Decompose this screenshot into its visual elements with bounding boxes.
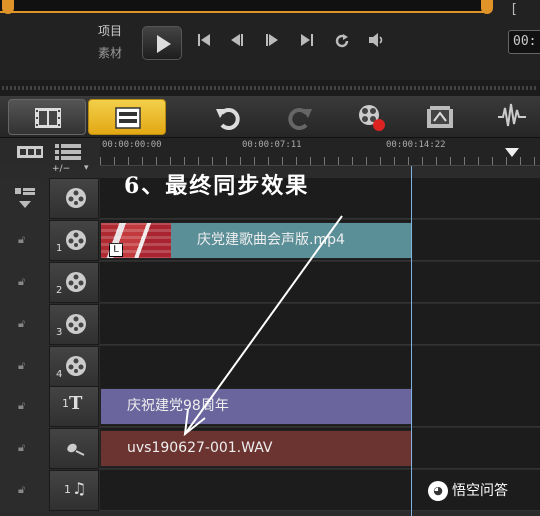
playhead-handle[interactable] <box>505 148 519 157</box>
next-frame-icon[interactable] <box>261 32 283 52</box>
filmstrip-icon <box>35 108 61 128</box>
timeline-tracks: +/− ▾ 🔓︎ 1 L 庆党建歌曲会声版.mp4 🔓︎ 2 🔓︎ 3 🔓︎ 4… <box>0 163 540 516</box>
watermark-text: 悟空问答 <box>452 483 508 499</box>
watermark: ◕ 悟空问答 <box>428 480 508 501</box>
redo-icon[interactable] <box>284 101 316 133</box>
project-mode-label[interactable]: 项目 <box>98 22 122 39</box>
timeline-tracks-icon <box>115 107 141 129</box>
storyboard-toggle-icon[interactable] <box>16 144 46 160</box>
wukong-logo-icon: ◕ <box>428 481 448 501</box>
record-capture-icon[interactable] <box>355 101 387 133</box>
go-to-end-icon[interactable] <box>296 32 318 52</box>
annotation-arrow <box>183 215 343 437</box>
preview-window-edge <box>0 0 490 13</box>
storyboard-view-button[interactable] <box>8 99 86 135</box>
bracket-label: [ <box>510 2 518 17</box>
ruler-label-0: 00:00:00:00 <box>102 140 162 150</box>
track-manager-icon[interactable] <box>54 143 82 161</box>
ruler-ticks <box>100 157 540 165</box>
volume-icon[interactable] <box>366 32 388 52</box>
undo-icon[interactable] <box>212 101 244 133</box>
timeline-view-button[interactable] <box>88 99 166 135</box>
mark-out-handle[interactable] <box>481 0 493 14</box>
ruler-label-1: 00:00:07:11 <box>242 140 302 150</box>
repeat-icon[interactable] <box>331 32 353 52</box>
panel-splitter[interactable] <box>0 80 540 96</box>
timecode-display[interactable]: 00: <box>508 30 540 54</box>
timeline-toolbar <box>0 96 540 138</box>
player-panel: [ 项目 素材 00: <box>0 0 540 80</box>
go-to-start-icon[interactable] <box>193 32 215 52</box>
sound-mixer-icon[interactable] <box>496 101 528 133</box>
previous-frame-icon[interactable] <box>226 32 248 52</box>
clip-mode-label[interactable]: 素材 <box>98 44 122 61</box>
auto-music-icon[interactable] <box>424 101 456 133</box>
play-button[interactable] <box>142 26 182 60</box>
ruler-row: 00:00:00:00 00:00:07:11 00:00:14:22 <box>0 138 540 166</box>
splitter-grip <box>2 86 537 90</box>
timeline-ruler[interactable]: 00:00:00:00 00:00:07:11 00:00:14:22 <box>100 138 540 166</box>
ruler-label-2: 00:00:14:22 <box>386 140 446 150</box>
mark-in-handle[interactable] <box>2 0 14 14</box>
